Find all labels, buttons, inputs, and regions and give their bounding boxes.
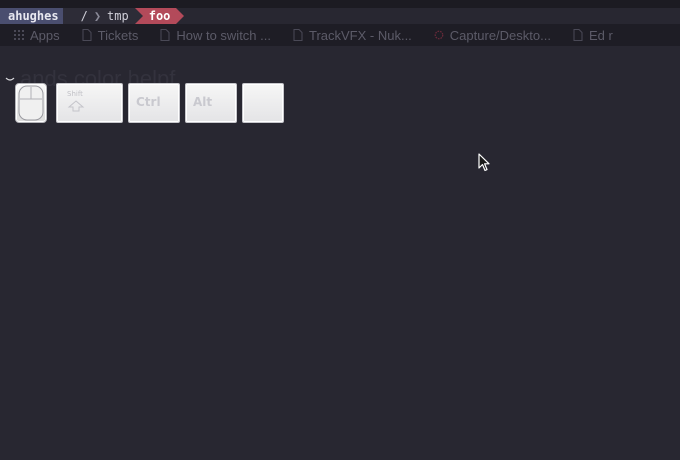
prompt-user: ahughes [0,8,71,24]
bookmark-label: How to switch ... [176,27,271,43]
shell-prompt: ahughes / ❯ tmp foo [0,8,185,24]
ctrl-key: Ctrl [128,83,180,123]
page-icon [573,29,583,41]
prompt-path-segment: tmp [107,9,129,23]
top-strip [0,0,680,8]
mouse-key [15,83,47,123]
alt-key-label: Alt [193,95,213,109]
alt-key: Alt [185,83,237,123]
mouse-icon [18,85,44,121]
bookmark-label: TrackVFX - Nuk... [308,27,412,43]
shift-key-label: Shift [67,90,83,98]
blank-key [242,83,284,123]
chevron-right-icon: ❯ [93,9,102,23]
page-icon [293,29,303,41]
prompt-root: / [80,9,88,23]
bookmark-label: Capture/Deskto... [449,27,551,43]
bookmarks-bar: Apps Tickets How to switch ... TrackVFX … [0,24,680,46]
prompt-path: / ❯ tmp [62,8,135,24]
page-icon [82,29,92,41]
mouse-pointer-icon [478,153,490,172]
shift-arrow-icon [67,100,85,112]
capture-icon [434,30,444,40]
bookmark-label: Tickets [97,27,139,43]
keystroke-overlay: Shift Ctrl Alt [15,83,284,123]
bookmark-capture[interactable]: Capture/Deskto... [434,28,551,43]
bookmark-label: Apps [30,27,60,43]
screen: ahughes / ❯ tmp foo Apps Tickets How to … [0,0,680,460]
shift-key: Shift [56,83,123,123]
page-icon [160,29,170,41]
bookmark-label: Ed r [588,27,613,43]
ctrl-key-label: Ctrl [136,95,161,109]
apps-grid-icon [14,30,24,40]
bookmark-how-to-switch[interactable]: How to switch ... [160,28,271,43]
prompt-current-dir-wrap: foo [134,8,185,24]
tilde-mark-icon [5,77,15,81]
prompt-current-dir: foo [134,8,185,24]
bookmark-ed[interactable]: Ed r [573,28,613,43]
bookmark-apps[interactable]: Apps [14,28,60,43]
bookmark-tickets[interactable]: Tickets [82,27,139,43]
bookmark-trackvfx[interactable]: TrackVFX - Nuk... [293,28,412,43]
